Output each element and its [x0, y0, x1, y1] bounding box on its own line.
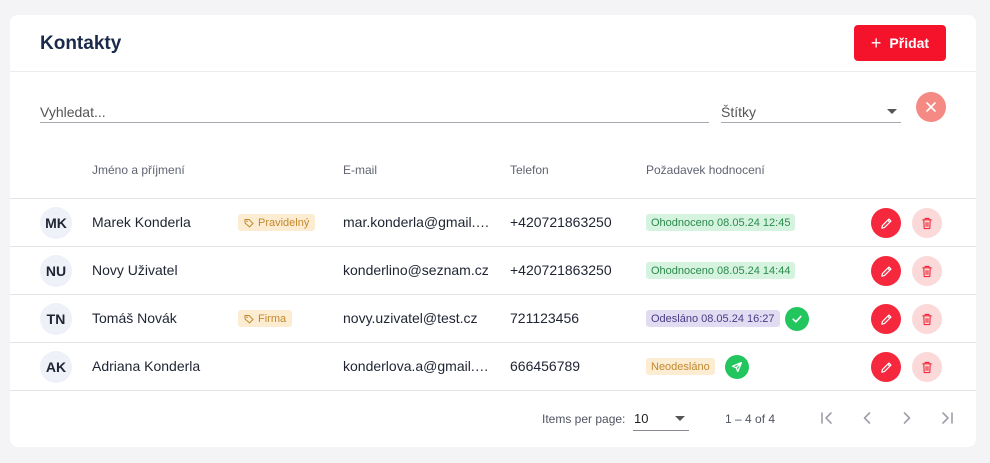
card-header: Kontakty + Přidat: [10, 15, 976, 72]
first-page-icon: [821, 412, 832, 424]
contact-email: konderlino@seznam.cz: [343, 262, 489, 278]
contact-name: Adriana Konderla: [92, 358, 201, 374]
edit-button[interactable]: [871, 304, 901, 334]
contact-email: novy.uzivatel@test.cz: [343, 310, 478, 326]
close-icon: [926, 102, 936, 112]
trash-icon: [922, 217, 932, 229]
trash-icon: [922, 361, 932, 373]
column-header-phone[interactable]: Telefon: [510, 163, 549, 177]
tags-select-label: Štítky: [721, 103, 757, 120]
add-contact-button[interactable]: + Přidat: [854, 25, 946, 61]
trash-icon: [922, 265, 932, 277]
search-field[interactable]: [40, 95, 709, 123]
contact-tag: Firma: [238, 310, 293, 327]
column-header-email[interactable]: E-mail: [343, 163, 377, 177]
next-page-button[interactable]: [894, 405, 920, 431]
items-per-page-label: Items per page:: [542, 412, 626, 426]
last-page-icon: [942, 412, 953, 424]
edit-button[interactable]: [871, 352, 901, 382]
pencil-icon: [880, 313, 892, 325]
search-input[interactable]: [40, 95, 709, 122]
add-button-label: Přidat: [889, 35, 930, 51]
check-icon: [792, 315, 802, 323]
edit-button[interactable]: [871, 256, 901, 286]
contact-tag: Pravidelný: [238, 214, 316, 231]
status-badge: Odesláno 08.05.24 16:27: [646, 310, 780, 327]
avatar: NU: [40, 255, 72, 287]
status-badge: Ohodnoceno 08.05.24 14:44: [646, 262, 796, 279]
delete-button[interactable]: [912, 256, 942, 286]
previous-page-button[interactable]: [854, 405, 880, 431]
contact-name: Novy Uživatel: [92, 262, 178, 278]
delete-button[interactable]: [912, 352, 942, 382]
contact-email: konderlova.a@gmail.com: [343, 358, 493, 374]
table-row[interactable]: NU Novy Uživatel konderlino@seznam.cz +4…: [10, 246, 976, 294]
avatar: AK: [40, 351, 72, 383]
items-per-page-value: 10: [634, 410, 649, 426]
contact-phone: +420721863250: [510, 214, 612, 230]
last-page-button[interactable]: [934, 405, 960, 431]
send-icon: [731, 361, 743, 373]
column-header-review-request[interactable]: Požadavek hodnocení: [646, 163, 765, 177]
status-badge: Neodesláno: [646, 358, 715, 375]
avatar: MK: [40, 207, 72, 239]
edit-button[interactable]: [871, 208, 901, 238]
avatar: TN: [40, 303, 72, 335]
status-badge: Ohodnoceno 08.05.24 12:45: [646, 214, 796, 231]
page-title: Kontakty: [40, 33, 122, 54]
table-row[interactable]: MK Marek Konderla Pravidelný mar.konderl…: [10, 198, 976, 246]
table-row[interactable]: AK Adriana Konderla konderlova.a@gmail.c…: [10, 342, 976, 390]
send-request-button[interactable]: [725, 355, 749, 379]
tag-icon: [244, 314, 254, 324]
pencil-icon: [880, 361, 892, 373]
delete-button[interactable]: [912, 304, 942, 334]
chevron-left-icon: [863, 412, 871, 424]
pencil-icon: [880, 217, 892, 229]
plus-icon: +: [870, 32, 882, 53]
contact-name: Marek Konderla: [92, 214, 191, 230]
clear-filters-button[interactable]: [916, 92, 946, 122]
contact-phone: +420721863250: [510, 262, 612, 278]
tag-icon: [244, 218, 254, 228]
pencil-icon: [880, 265, 892, 277]
first-page-button[interactable]: [814, 405, 840, 431]
contact-email: mar.konderla@gmail.com: [343, 214, 493, 230]
chevron-down-icon: [887, 109, 897, 114]
chevron-down-icon: [675, 415, 685, 421]
status-check-button[interactable]: [785, 307, 809, 331]
contact-phone: 721123456: [510, 310, 580, 326]
table-footer-divider: [10, 390, 976, 391]
contact-name: Tomáš Novák: [92, 310, 177, 326]
trash-icon: [922, 313, 932, 325]
chevron-right-icon: [903, 412, 911, 424]
contact-tag-label: Pravidelný: [258, 216, 310, 229]
table-row[interactable]: TN Tomáš Novák Firma novy.uzivatel@test.…: [10, 294, 976, 342]
contact-phone: 666456789: [510, 358, 581, 374]
tags-select[interactable]: Štítky: [721, 95, 901, 123]
items-per-page-select[interactable]: 10: [633, 406, 689, 431]
column-header-name[interactable]: Jméno a příjmení: [92, 163, 185, 177]
contact-tag-label: Firma: [258, 312, 287, 325]
pagination-range: 1 – 4 of 4: [725, 412, 776, 426]
delete-button[interactable]: [912, 208, 942, 238]
contacts-card: Kontakty + Přidat Štítky Jméno a příjmen…: [10, 15, 976, 447]
